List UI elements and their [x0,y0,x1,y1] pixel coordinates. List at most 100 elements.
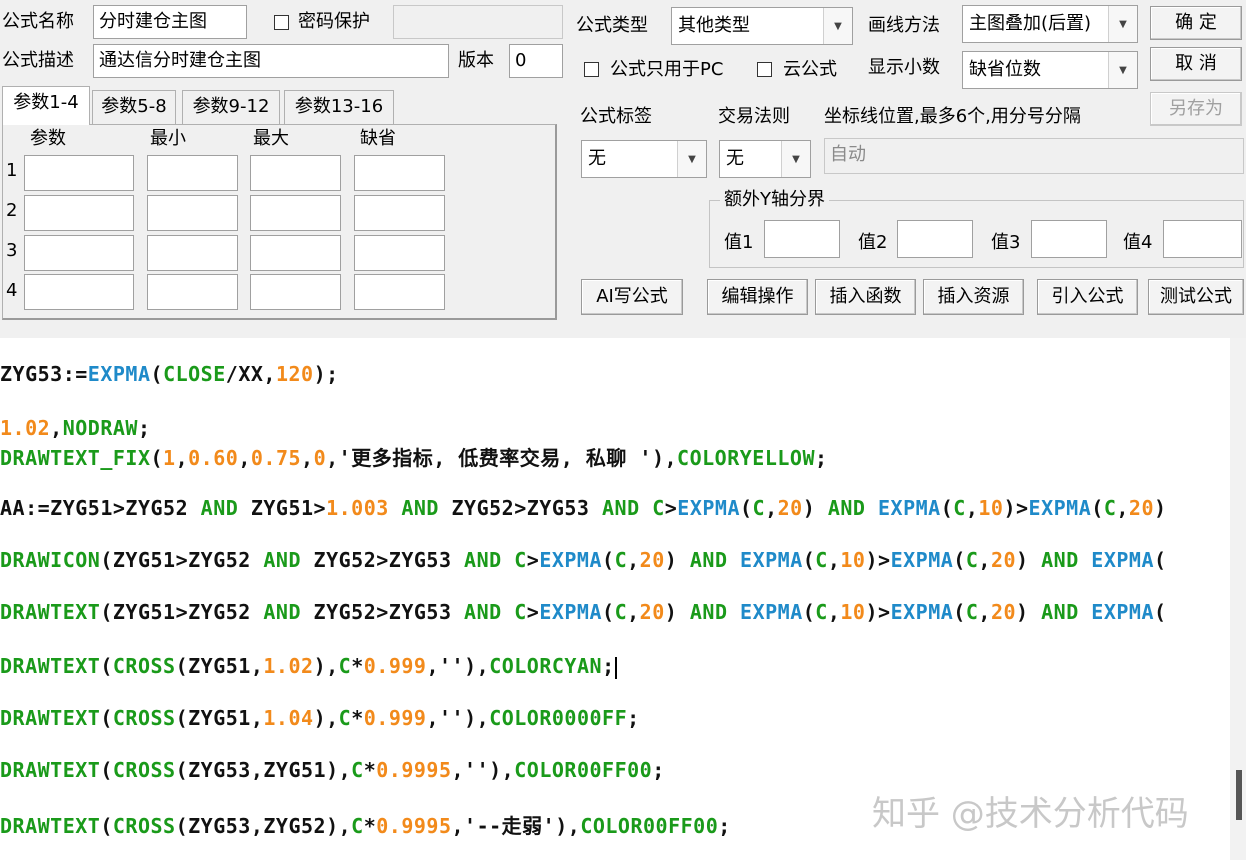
code-line[interactable]: DRAWTEXT_FIX(1,0.60,0.75,0,'更多指标, 低费率交易,… [0,442,828,471]
param-1-max-input[interactable] [250,155,341,191]
code-token: C [514,548,527,572]
tab-params-1-4[interactable]: 参数1-4 [2,86,90,125]
code-token: AND [401,496,439,520]
code-line[interactable]: ZYG53:=EXPMA(CLOSE/XX,120); [0,362,339,386]
code-token: EXPMA [539,548,603,572]
coord-lines-input[interactable]: 自动 [824,138,1244,174]
formula-type-select[interactable]: 其他类型 ▼ [671,7,853,45]
ai-write-formula-button[interactable]: AI写公式 [581,279,683,315]
tab-params-13-16[interactable]: 参数13-16 [284,90,394,124]
value3-label: 值3 [991,232,1021,253]
ok-button[interactable]: 确 定 [1150,6,1242,40]
code-line[interactable]: DRAWTEXT(CROSS(ZYG53,ZYG52),C*0.9995,'--… [0,810,731,839]
code-token: ( [940,496,954,520]
param-2-default-input[interactable] [354,195,445,231]
param-3-min-input[interactable] [147,235,238,271]
insert-function-button[interactable]: 插入函数 [815,279,916,315]
code-token: C [953,496,966,520]
edit-operation-button[interactable]: 编辑操作 [707,279,808,315]
cancel-button[interactable]: 取 消 [1150,47,1242,81]
code-editor[interactable]: ZYG53:=EXPMA(CLOSE/XX,120); 1.02,NODRAW; D… [0,338,1230,860]
value3-input[interactable] [1031,220,1107,258]
formula-type-label: 公式类型 [576,15,648,36]
param-2-max-input[interactable] [250,195,341,231]
code-token: C [1103,496,1117,520]
code-token: AND [689,600,728,624]
version-label: 版本 [458,50,494,71]
version-input[interactable]: 0 [509,44,563,78]
param-3-default-input[interactable] [354,235,445,271]
password-checkbox[interactable] [274,15,289,30]
code-token: ; [815,446,828,470]
tab-params-9-12[interactable]: 参数9-12 [182,90,280,124]
code-token: (ZYG51>ZYG52 [100,600,264,624]
code-token: ; [602,654,615,678]
code-token: , [827,600,841,624]
pc-only-checkbox[interactable] [584,62,599,77]
param-1-name-input[interactable] [24,155,134,191]
editor-scrollbar-thumb[interactable] [1236,770,1242,820]
code-token: C [815,548,828,572]
value4-input[interactable] [1163,220,1242,258]
formula-name-input[interactable]: 分时建仓主图 [93,5,247,39]
code-line[interactable]: 1.02,NODRAW; [0,416,151,440]
code-line[interactable]: AA:=ZYG51>ZYG52 AND ZYG51>1.003 AND ZYG5… [0,496,1167,520]
code-token: C [652,496,665,520]
code-line[interactable]: DRAWTEXT(CROSS(ZYG53,ZYG51),C*0.9995,'')… [0,758,665,782]
code-line[interactable]: DRAWICON(ZYG51>ZYG52 AND ZYG52>ZYG53 AND… [0,548,1167,572]
param-1-default-input[interactable] [354,155,445,191]
param-3-name-input[interactable] [24,235,134,271]
code-line[interactable]: DRAWTEXT(CROSS(ZYG51,1.02),C*0.999,''),C… [0,654,617,679]
code-token: , [627,600,640,624]
value2-input[interactable] [897,220,973,258]
param-1-min-input[interactable] [147,155,238,191]
test-formula-button[interactable]: 测试公式 [1148,279,1244,315]
draw-method-value: 主图叠加(后置) [969,13,1092,34]
code-token: 1.02 [263,654,314,678]
code-token: 0.75 [250,446,302,470]
code-token: AND [1041,600,1079,624]
chevron-down-icon: ▼ [677,141,706,177]
chevron-down-icon: ▼ [1108,52,1137,88]
draw-method-label: 画线方法 [868,15,940,36]
code-line[interactable]: DRAWTEXT(CROSS(ZYG51,1.04),C*0.999,''),C… [0,706,640,730]
code-token: ZYG51> [238,496,327,520]
import-formula-button[interactable]: 引入公式 [1037,279,1138,315]
code-line[interactable]: DRAWTEXT(ZYG51>ZYG52 AND ZYG52>ZYG53 AND… [0,600,1167,624]
param-4-default-input[interactable] [354,274,445,310]
param-4-min-input[interactable] [147,274,238,310]
code-token: EXPMA [539,600,603,624]
formula-desc-input[interactable]: 通达信分时建仓主图 [93,44,449,78]
code-token: EXPMA [677,496,740,520]
insert-resource-button[interactable]: 插入资源 [923,279,1024,315]
formula-tag-select[interactable]: 无 ▼ [581,140,707,178]
cloud-formula-checkbox[interactable] [757,62,772,77]
param-4-max-input[interactable] [250,274,341,310]
code-token: , [978,548,991,572]
tab-params-5-8[interactable]: 参数5-8 [92,90,176,124]
param-2-name-input[interactable] [24,195,134,231]
code-token: EXPMA [878,496,941,520]
param-4-name-input[interactable] [24,274,134,310]
code-token: DRAWTEXT [0,758,101,782]
code-token: AND [602,496,640,520]
code-token: DRAWTEXT [0,654,101,678]
param-3-max-input[interactable] [250,235,341,271]
code-token: DRAWTEXT [0,706,101,730]
value1-label: 值1 [724,232,754,253]
code-token: * [351,706,364,730]
param-header-name: 参数 [30,128,66,149]
code-token: , [238,446,251,470]
cloud-formula-label: 云公式 [783,59,837,80]
code-token: 1 [163,446,176,470]
param-2-min-input[interactable] [147,195,238,231]
code-token: 20 [1128,496,1154,520]
code-token: ) [1016,600,1042,624]
draw-method-select[interactable]: 主图叠加(后置) ▼ [962,5,1138,43]
value1-input[interactable] [764,220,840,258]
trade-rule-select[interactable]: 无 ▼ [719,140,811,178]
decimals-select[interactable]: 缺省位数 ▼ [962,51,1138,89]
